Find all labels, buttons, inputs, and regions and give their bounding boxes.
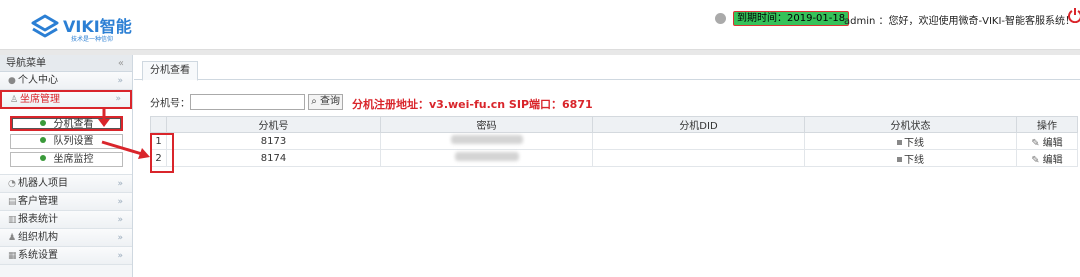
main-panel: 分机查看 分机号： ⌕ 查询 分机注册地址：v3.wei-fu.cn SIP端口…	[134, 55, 1080, 277]
chevron-down-icon: »	[117, 179, 123, 189]
robot-icon: ◔	[8, 179, 16, 189]
edit-label: 编辑	[1042, 137, 1063, 149]
org-icon: ♟	[8, 233, 17, 243]
sidebar-item-reports[interactable]: ▥报表统计 »	[0, 211, 132, 229]
chevron-down-icon: »	[117, 215, 123, 225]
table-row[interactable]: 1 8173 下线 ✎ 编辑	[150, 132, 1078, 150]
sidebar-item-agent-management[interactable]: ♙ 坐席管理 »	[0, 90, 132, 109]
column-header-action: 操作	[1016, 116, 1078, 133]
cell-status: 下线	[804, 132, 1017, 150]
chevron-down-icon: »	[117, 251, 123, 261]
sidebar-item-organization[interactable]: ♟ 组织机构 »	[0, 229, 132, 247]
search-label: 分机号：	[150, 98, 190, 110]
chevron-down-icon: »	[117, 233, 123, 243]
bullet-icon	[39, 120, 46, 126]
tab-bar: 分机查看	[134, 55, 1080, 81]
annotation-arrow-icon	[101, 140, 150, 159]
pencil-icon: ✎	[1031, 137, 1040, 149]
submenu-label: 分机查看	[53, 119, 94, 130]
column-header-status: 分机状态	[804, 116, 1017, 133]
bullet-icon	[39, 137, 46, 143]
user-icon: ♙	[10, 95, 19, 105]
tab-extension-view[interactable]: 分机查看	[142, 61, 198, 81]
extension-table: 分机号 密码 分机DID 分机状态 操作 1 8173 下线 ✎ 编辑 2 817…	[150, 116, 1078, 167]
status-text: 下线	[904, 154, 924, 166]
table-row[interactable]: 2 8174 下线 ✎ 编辑	[150, 149, 1078, 167]
cell-did	[592, 132, 805, 150]
sidebar-item-label: 坐席管理	[20, 94, 60, 105]
cell-password	[380, 132, 593, 150]
power-icon[interactable]	[1068, 7, 1080, 23]
user-circle-icon: ●	[8, 76, 16, 86]
edit-label: 编辑	[1042, 154, 1063, 166]
sidebar-item-label: 报表统计	[18, 214, 58, 225]
edit-link[interactable]: ✎ 编辑	[1016, 132, 1078, 150]
column-header-ext: 分机号	[166, 116, 381, 133]
cell-ext: 8173	[166, 132, 381, 150]
annotation-down-arrow-icon	[98, 109, 110, 127]
query-button-label: 查询	[319, 96, 340, 107]
cell-did	[592, 149, 805, 167]
status-text: 下线	[904, 137, 924, 149]
search-icon: ⌕	[311, 96, 317, 107]
table-header-row: 分机号 密码 分机DID 分机状态 操作	[150, 116, 1078, 133]
search-bar: 分机号： ⌕ 查询	[150, 94, 343, 112]
collapse-icon[interactable]: «	[118, 55, 124, 72]
chevron-down-icon: »	[117, 76, 123, 86]
sidebar-item-system-settings[interactable]: ▦系统设置 »	[0, 247, 132, 265]
sidebar-item-label: 个人中心	[18, 75, 58, 86]
sidebar-item-label: 机器人项目	[18, 178, 68, 189]
welcome-text: admin ：您好，欢迎使用微奇-VIKI-智能客服系统！	[844, 16, 1076, 27]
sidebar-title: 导航菜单 «	[0, 55, 132, 72]
row-index-highlight	[150, 133, 174, 173]
extension-search-input[interactable]	[190, 94, 305, 110]
status-icon	[897, 156, 902, 162]
sidebar-title-text: 导航菜单	[6, 58, 46, 69]
sidebar-item-customers[interactable]: ▤客户管理 »	[0, 193, 132, 211]
top-header: VIKI智能 技术是一种信仰 到期时间：2019-01-18 admin ：您好…	[0, 0, 1080, 50]
sidebar-item-label: 客户管理	[18, 196, 58, 207]
report-icon: ▥	[8, 215, 17, 225]
cell-ext: 8174	[166, 149, 381, 167]
query-button[interactable]: ⌕ 查询	[308, 94, 343, 110]
column-header-did: 分机DID	[592, 116, 805, 133]
submenu-label: 坐席监控	[53, 154, 94, 165]
expire-badge: 到期时间：2019-01-18	[733, 11, 850, 26]
edit-link[interactable]: ✎ 编辑	[1016, 149, 1078, 167]
masked-password	[450, 135, 523, 144]
logo-icon	[31, 14, 59, 38]
sip-info: 分机注册地址：v3.wei-fu.cn SIP端口：6871	[352, 98, 593, 111]
bullet-icon	[39, 155, 46, 161]
logo: VIKI智能 技术是一种信仰	[30, 10, 140, 46]
sidebar: 导航菜单 « ● 个人中心 » ♙ 坐席管理 » 分机查看 队列设置 坐席监控 ◔ 机…	[0, 55, 133, 277]
cell-password	[380, 149, 593, 167]
masked-password	[454, 152, 519, 161]
cell-status: 下线	[804, 149, 1017, 167]
chevron-up-icon: »	[115, 94, 121, 104]
logo-slogan: 技术是一种信仰	[71, 36, 114, 43]
table-icon: ▤	[8, 197, 17, 207]
status-icon	[897, 139, 902, 145]
sidebar-item-robot[interactable]: ◔ 机器人项目 »	[0, 175, 132, 193]
chevron-down-icon: »	[117, 197, 123, 207]
column-header-password: 密码	[380, 116, 593, 133]
pencil-icon: ✎	[1031, 154, 1040, 166]
settings-icon: ▦	[8, 251, 17, 261]
sidebar-item-label: 组织机构	[18, 232, 58, 243]
index-header	[150, 116, 167, 133]
submenu-label: 队列设置	[53, 136, 94, 147]
sidebar-item-personal[interactable]: ● 个人中心 »	[0, 72, 132, 90]
sidebar-item-label: 系统设置	[18, 250, 58, 261]
online-status-icon	[715, 13, 726, 24]
